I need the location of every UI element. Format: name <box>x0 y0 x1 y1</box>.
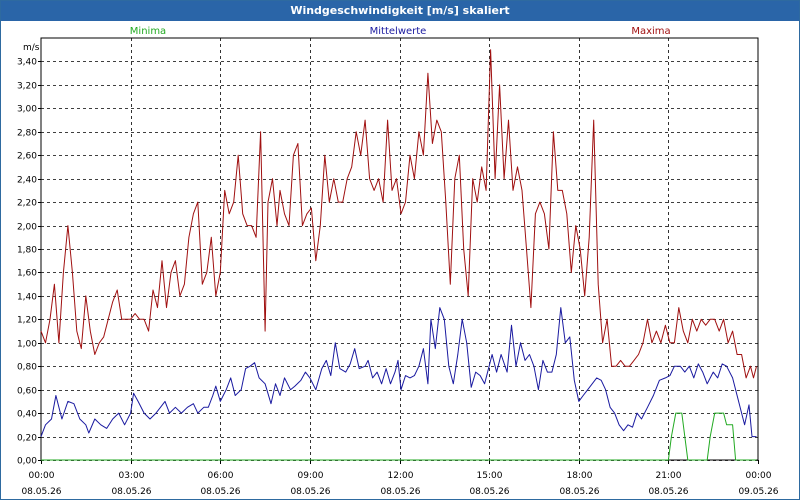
y-tick-label: 3,40 <box>17 58 37 68</box>
x-tick-time-label: 09:00 <box>298 471 324 481</box>
x-tick-time-label: 21:00 <box>656 471 682 481</box>
x-tick-time-label: 06:00 <box>208 471 234 481</box>
x-tick-time-label: 12:00 <box>388 471 414 481</box>
y-tick-label: 2,80 <box>17 129 37 139</box>
x-tick-date-label: 08.05.26 <box>648 487 688 497</box>
y-axis-label: m/s <box>23 43 40 53</box>
series-line-minima <box>41 412 757 461</box>
y-tick-label: 2,60 <box>17 152 37 162</box>
x-tick-time-label: 00:00 <box>29 471 55 481</box>
y-tick-label: 2,40 <box>17 176 37 186</box>
y-tick-label: 1,60 <box>17 269 37 279</box>
x-tick-time-label: 03:00 <box>119 471 145 481</box>
x-tick-date-label: 09.05.26 <box>738 487 778 497</box>
x-tick-date-label: 08.05.26 <box>111 487 151 497</box>
y-tick-label: 3,00 <box>17 105 37 115</box>
y-tick-label: 1,40 <box>17 293 37 303</box>
x-tick-date-label: 08.05.26 <box>200 487 240 497</box>
y-tick-label: 0,60 <box>17 387 37 397</box>
x-tick-date-label: 08.05.26 <box>559 487 599 497</box>
plot-frame <box>40 37 759 461</box>
x-tick-date-label: 08.05.26 <box>290 487 330 497</box>
y-tick-label: 1,00 <box>17 340 37 350</box>
y-tick-label: 2,00 <box>17 223 37 233</box>
x-tick-date-label: 08.05.26 <box>469 487 509 497</box>
legend-entry-minima: Minima <box>130 26 166 37</box>
x-tick-time-label: 18:00 <box>567 471 593 481</box>
series-line-maxima <box>40 49 757 379</box>
x-tick-time-label: 00:00 <box>746 471 772 481</box>
x-tick-date-label: 08.05.26 <box>21 487 61 497</box>
y-tick-label: 0,20 <box>17 434 37 444</box>
legend-entry-maxima: Maxima <box>631 26 670 37</box>
y-tick-label: 0,40 <box>17 410 37 420</box>
y-tick-label: 0,80 <box>17 363 37 373</box>
y-tick-label: 1,20 <box>17 316 37 326</box>
line-chart: m/s 0,00 0,20 0,40 0,60 0,80 1,00 1,20 1,40 1,60… <box>17 26 779 497</box>
y-tick-label: 0,00 <box>17 457 37 467</box>
grid <box>40 37 759 461</box>
x-tick-date-label: 08.05.26 <box>380 487 420 497</box>
y-tick-label: 3,20 <box>17 82 37 92</box>
legend: Minima Mittelwerte Maxima <box>130 26 671 37</box>
y-tick-label: 1,80 <box>17 246 37 256</box>
x-tick-time-label: 15:00 <box>477 471 503 481</box>
chart-window: Windgeschwindigkeit [m/s] skaliert m/s 0… <box>0 0 800 500</box>
series <box>40 49 757 461</box>
legend-entry-mittelwerte: Mittelwerte <box>370 26 427 37</box>
y-tick-label: 2,20 <box>17 199 37 209</box>
